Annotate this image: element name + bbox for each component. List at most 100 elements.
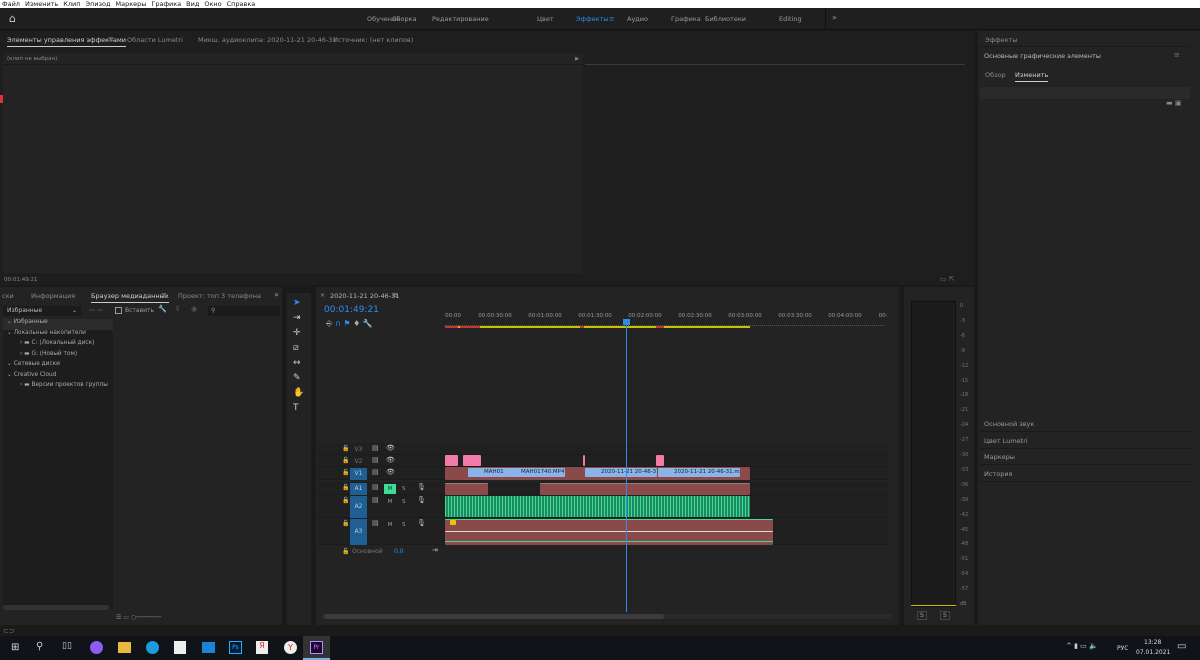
razor-icon[interactable]: ⧄	[293, 343, 299, 353]
panel-lumetri-color[interactable]: Цвет Lumetri	[980, 433, 1192, 449]
panel-markers[interactable]: Маркеры	[980, 449, 1192, 465]
tree-item[interactable]: ⌄ Creative Cloud	[3, 372, 113, 383]
audio-clip-a1[interactable]	[540, 483, 750, 495]
menu-item[interactable]: Окно	[204, 0, 221, 8]
tab-edit[interactable]: Изменить	[1015, 71, 1049, 82]
graphic-clip[interactable]	[656, 455, 664, 466]
menu-item[interactable]: Маркеры	[115, 0, 146, 8]
back-forward-icon[interactable]: ⇦ ⇨	[89, 306, 103, 314]
menu-item[interactable]: Изменить	[25, 0, 58, 8]
solo-button[interactable]: S	[402, 497, 406, 507]
tab-project[interactable]: Проект: топ 3 телефона	[178, 292, 261, 300]
menu-item[interactable]: Вид	[186, 0, 199, 8]
menu-item[interactable]: Эпизод	[86, 0, 111, 8]
scrollbar[interactable]	[3, 605, 109, 610]
panel-essential-sound[interactable]: Основной звук	[980, 416, 1192, 432]
wrench-icon[interactable]: 🔧	[158, 305, 167, 313]
workspace-more-button[interactable]: »	[832, 13, 837, 22]
graphic-clip[interactable]	[583, 455, 585, 466]
menu-item[interactable]: Файл	[2, 0, 20, 8]
selection-tool-icon[interactable]: ➤	[293, 298, 301, 308]
sync-lock-icon[interactable]: ▤	[372, 456, 379, 464]
solo-left-button[interactable]: S	[917, 611, 927, 620]
photoshop-icon[interactable]: Ps	[229, 641, 242, 654]
windows-start-icon[interactable]: ⊞	[11, 642, 19, 653]
solo-button[interactable]: S	[402, 484, 406, 494]
playhead[interactable]	[626, 320, 627, 612]
workspace-tab[interactable]: Графика	[671, 15, 701, 23]
workspace-tab[interactable]: Аудио	[627, 15, 648, 23]
track-target-A1[interactable]: A1	[350, 483, 367, 495]
audio-clip-a1[interactable]	[445, 483, 488, 495]
workspace-tab[interactable]: Editing	[779, 15, 802, 23]
volume-keyframe-line[interactable]	[445, 531, 773, 537]
tree-item[interactable]: › ▬ C: (Локальный диск)	[3, 340, 113, 351]
eye-icon[interactable]: 👁	[386, 456, 395, 464]
language-indicator[interactable]: РУС	[1117, 645, 1128, 652]
pen-icon[interactable]: ✎	[293, 373, 301, 383]
lock-icon[interactable]: 🔓	[342, 484, 349, 491]
track-target-V3[interactable]: V3	[350, 444, 367, 455]
insert-checkbox[interactable]	[115, 307, 122, 314]
microphone-icon[interactable]: 🎙	[417, 496, 426, 504]
menu-item[interactable]: Клип	[63, 0, 80, 8]
track-target-A3[interactable]: A3	[350, 519, 367, 545]
audio-clip-a2[interactable]	[445, 496, 750, 517]
search-icon[interactable]: ⚲	[36, 641, 43, 652]
hand-icon[interactable]: ✋	[293, 388, 304, 398]
tray-icons[interactable]: ^ ▮ ▭ 🔈	[1066, 642, 1098, 650]
tree-item[interactable]: ⌄ Избранные	[3, 319, 113, 330]
clock-time[interactable]: 13:28	[1144, 639, 1161, 646]
lock-icon[interactable]: 🔓	[342, 548, 349, 555]
tree-item[interactable]: › ▬ Версии проектов группы	[3, 382, 113, 393]
view-mode-icons[interactable]: ☰ ▭ ○───────	[116, 614, 161, 621]
sync-lock-icon[interactable]: ▤	[372, 496, 379, 504]
mute-button[interactable]: M	[384, 497, 396, 507]
timeline-tools-icons[interactable]: ⎆ ∩ ⚑ ♦ 🔧	[326, 319, 373, 329]
workspace-tab[interactable]: Эффекты	[576, 15, 609, 23]
panel-menu-icon[interactable]: ≡	[609, 15, 614, 23]
eye-icon[interactable]: 👁	[386, 468, 395, 476]
sequence-tab[interactable]: 2020-11-21 20-46-31	[330, 292, 399, 300]
tree-item[interactable]: › ▬ G: (Новый том)	[3, 351, 113, 362]
premiere-taskbar-button[interactable]: Pr	[303, 636, 330, 660]
ripple-edit-icon[interactable]: ✛	[293, 328, 301, 338]
panel-menu-icon[interactable]: ≡	[161, 291, 167, 299]
graphic-clip[interactable]	[445, 455, 458, 466]
mail-icon[interactable]	[202, 642, 215, 653]
lock-icon[interactable]: 🔓	[342, 445, 349, 452]
track-target-V2[interactable]: V2	[350, 456, 367, 467]
sync-lock-icon[interactable]: ▤	[372, 468, 379, 476]
video-clip[interactable]: MAH01740.MP4 [V]	[505, 468, 565, 477]
solo-button[interactable]: S	[402, 520, 406, 530]
task-view-icon[interactable]: ▯▯	[62, 641, 72, 651]
tab-info[interactable]: Информация	[31, 292, 75, 300]
timeline-timecode[interactable]: 00:01:49:21	[324, 305, 379, 315]
view-icon[interactable]: ◉	[191, 305, 197, 313]
solo-right-button[interactable]: S	[940, 611, 950, 620]
lock-icon[interactable]: 🔓	[342, 457, 349, 464]
sync-lock-icon[interactable]: ▤	[372, 519, 379, 527]
clock-date[interactable]: 07.01.2021	[1136, 649, 1170, 656]
menu-item[interactable]: Графика	[151, 0, 181, 8]
microphone-icon[interactable]: 🎙	[417, 519, 426, 527]
workspace-tab[interactable]: Библиотеки	[705, 15, 746, 23]
slip-icon[interactable]: ↔	[293, 358, 301, 368]
new-layer-icon[interactable]: ▬ ▣	[1166, 99, 1181, 107]
lock-icon[interactable]: 🔓	[342, 520, 349, 527]
tab-audio-clip-mixer[interactable]: Микш. аудиоклипа: 2020-11-21 20-46-31	[198, 36, 337, 44]
location-dropdown[interactable]: Избранные ⌄	[3, 306, 81, 316]
timeline-scrollbar[interactable]	[322, 614, 892, 619]
tree-item[interactable]: ⌄ Сетевые диски	[3, 361, 113, 372]
tree-item[interactable]: ⌄ Локальные накопители	[3, 330, 113, 341]
video-clip[interactable]: 2020-11-21 20-46-31.mp	[585, 468, 657, 477]
notifications-icon[interactable]: ▭	[1177, 641, 1186, 652]
file-explorer-icon[interactable]	[118, 642, 131, 653]
lock-icon[interactable]: 🔓	[342, 469, 349, 476]
track-target-A2[interactable]: A2	[350, 496, 367, 518]
workspace-tab[interactable]: Цвет	[537, 15, 554, 23]
tab-media-browser[interactable]: Браузер медиаданных	[91, 292, 169, 303]
video-clip[interactable]: MAH01	[468, 468, 506, 477]
search-input[interactable]: ⚲	[208, 306, 280, 316]
alice-icon[interactable]	[90, 641, 103, 654]
